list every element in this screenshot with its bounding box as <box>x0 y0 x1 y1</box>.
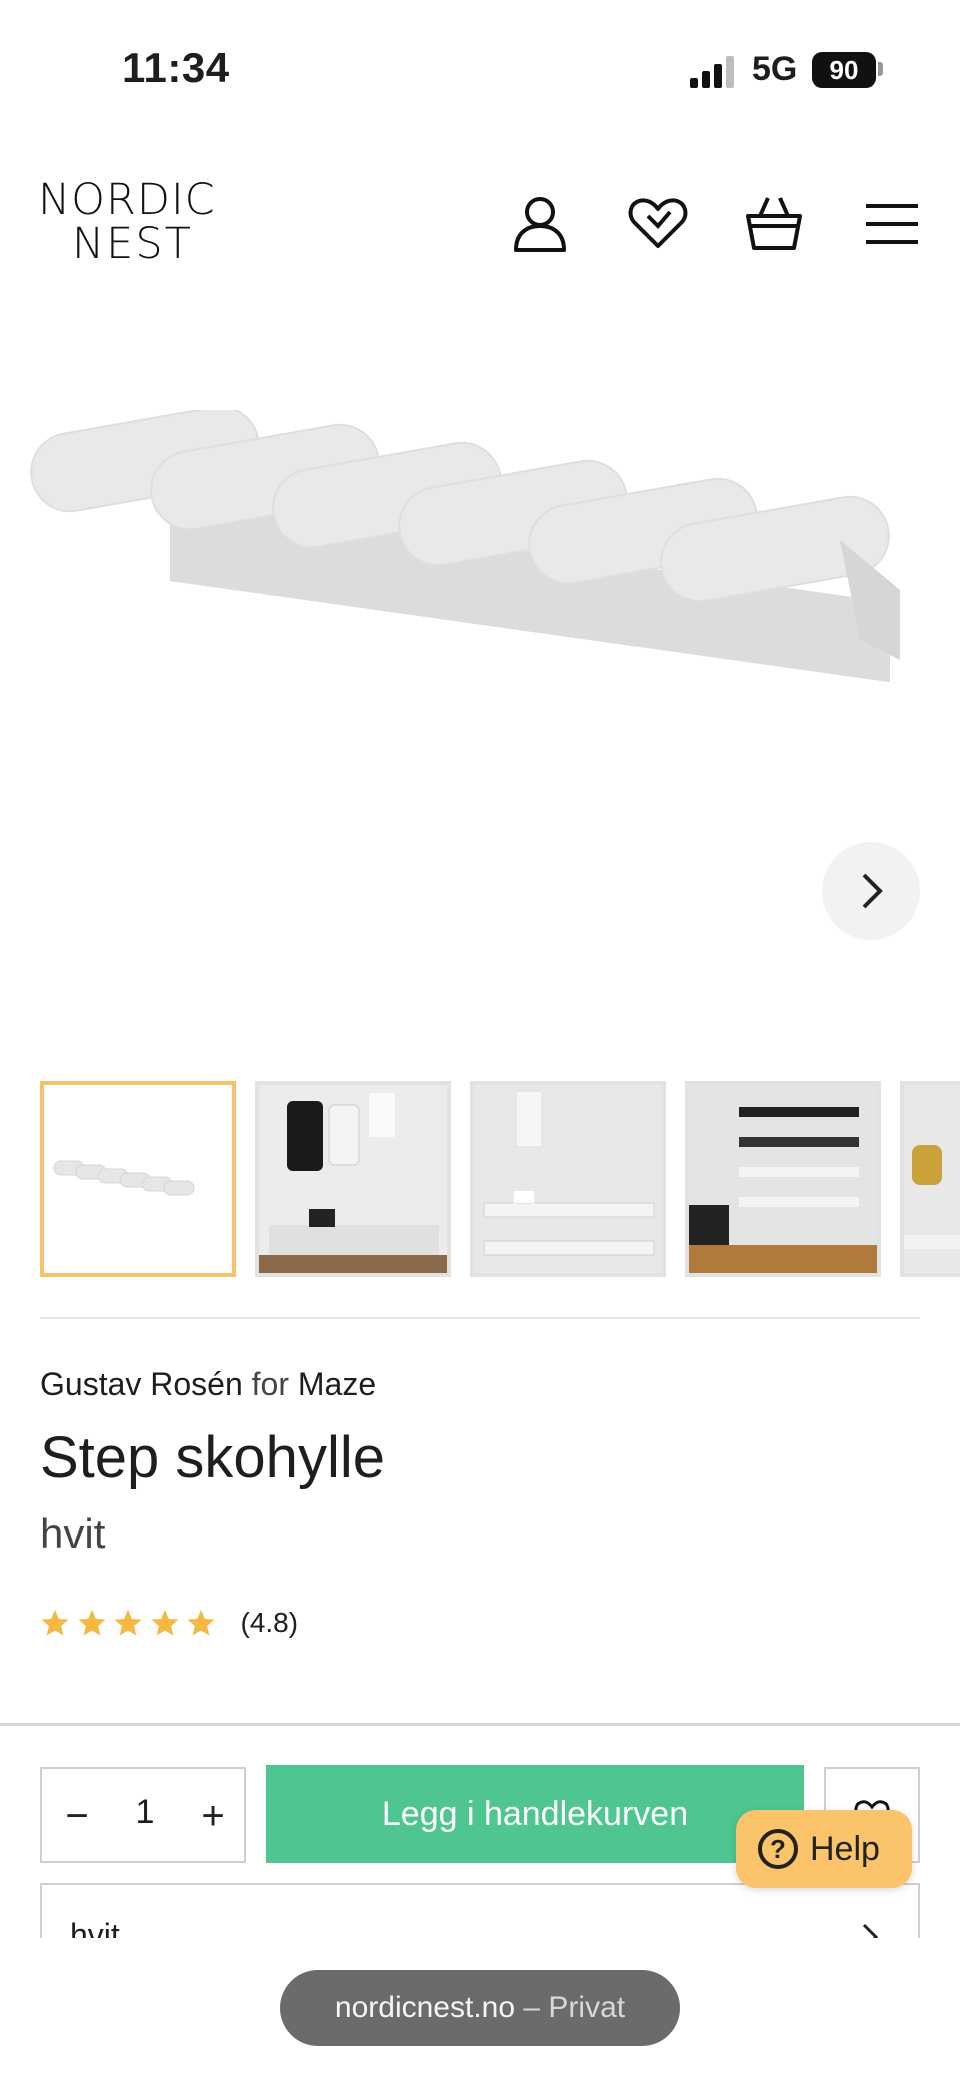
star-icon <box>41 1609 69 1636</box>
designer-line: Gustav Rosén for Maze <box>40 1366 376 1403</box>
buy-section-divider <box>0 1723 960 1726</box>
designer-link[interactable]: Gustav Rosén <box>40 1366 243 1402</box>
help-button[interactable]: ? Help <box>736 1810 912 1888</box>
signal-icon <box>690 56 734 88</box>
rating-value: (4.8) <box>240 1607 299 1638</box>
quantity-decrease-button[interactable]: − <box>52 1791 102 1841</box>
quantity-stepper: − 1 + <box>40 1767 246 1863</box>
product-image-main[interactable] <box>0 320 960 1020</box>
star-icon <box>187 1609 215 1636</box>
thumbnail-3[interactable] <box>470 1081 666 1277</box>
status-time: 11:34 <box>122 44 230 91</box>
account-icon[interactable] <box>508 192 572 256</box>
thumbnail-5[interactable] <box>900 1081 960 1277</box>
status-bar: 11:34 5G 90 <box>0 0 960 120</box>
thumbnail-strip[interactable] <box>40 1081 960 1277</box>
browser-address-bar[interactable]: nordicnest.no – Privat <box>280 1970 680 2046</box>
site-header: NORDIC NEST <box>0 160 960 290</box>
star-icon <box>151 1609 178 1636</box>
star-icon <box>114 1609 142 1636</box>
product-color: hvit <box>40 1510 106 1557</box>
section-divider <box>40 1317 920 1319</box>
logo-line-2: NEST <box>72 219 193 269</box>
help-icon: ? <box>758 1829 798 1869</box>
brand-link[interactable]: Maze <box>298 1366 376 1402</box>
thumbnail-2[interactable] <box>255 1081 451 1277</box>
url-separator: – <box>523 1991 541 2024</box>
battery-tip <box>878 62 883 76</box>
wishlist-icon[interactable] <box>626 192 690 256</box>
add-to-cart-button[interactable]: Legg i handlekurven <box>266 1765 804 1863</box>
next-image-button[interactable] <box>822 842 920 940</box>
chevron-right-icon <box>862 873 883 909</box>
logo-line-1: NORDIC <box>38 175 216 225</box>
star-icon <box>78 1609 105 1636</box>
shoe-shelf-image <box>30 410 900 683</box>
quantity-increase-button[interactable]: + <box>188 1791 238 1841</box>
nordic-nest-logo[interactable]: NORDIC NEST <box>38 178 238 266</box>
battery-icon: 90 <box>812 52 876 88</box>
thumbnail-4[interactable] <box>685 1081 881 1277</box>
quantity-value[interactable]: 1 <box>120 1793 170 1832</box>
thumbnail-1[interactable] <box>40 1081 236 1277</box>
product-title: Step skohylle <box>40 1425 385 1490</box>
designer-for-word: for <box>251 1366 289 1402</box>
cart-icon[interactable] <box>742 192 806 256</box>
network-type: 5G <box>752 50 798 88</box>
menu-icon[interactable] <box>860 192 924 256</box>
help-label: Help <box>810 1829 880 1868</box>
private-mode-label: Privat <box>548 1991 626 2024</box>
rating[interactable]: (4.8) <box>40 1606 298 1640</box>
url-domain: nordicnest.no <box>334 1991 516 2024</box>
